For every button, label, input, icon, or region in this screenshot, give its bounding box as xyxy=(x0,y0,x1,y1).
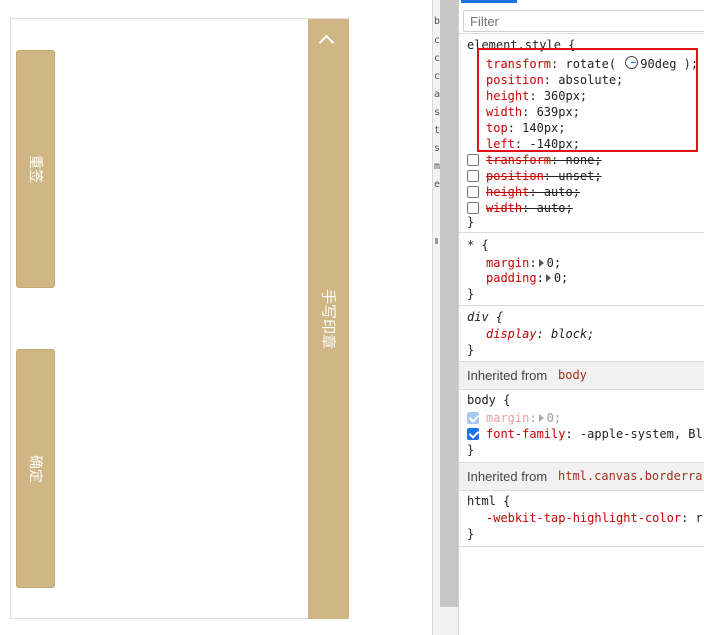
inherited-html-link[interactable]: html.canvas.borderra xyxy=(558,469,703,483)
declaration-checkbox[interactable] xyxy=(467,186,479,198)
expand-triangle-icon[interactable] xyxy=(538,259,544,267)
css-property[interactable]: height xyxy=(486,185,529,199)
css-property[interactable]: display xyxy=(486,327,537,341)
expand-triangle-icon[interactable] xyxy=(538,414,544,422)
css-value[interactable]: unset; xyxy=(558,169,601,183)
preview-frame xyxy=(10,18,349,619)
declaration-checkbox[interactable] xyxy=(467,202,479,214)
inherited-from-body-header: Inherited from body xyxy=(459,362,704,390)
css-property[interactable]: position xyxy=(486,169,544,183)
panel-splitter[interactable] xyxy=(440,0,458,607)
inherited-from-html-header: Inherited from html.canvas.borderra xyxy=(459,463,704,491)
declaration-checkbox[interactable] xyxy=(467,154,479,166)
declaration-checkbox[interactable] xyxy=(467,428,479,440)
overridden-declaration[interactable]: transform: none; xyxy=(486,152,602,168)
inherited-label: Inherited from xyxy=(467,469,548,484)
rule-close-brace: } xyxy=(467,215,475,229)
html-rule: html { -webkit-tap-highlight-color: r } xyxy=(459,491,704,547)
css-value[interactable]: 0; xyxy=(554,271,568,285)
css-declaration[interactable]: margin: 0; xyxy=(486,255,561,271)
rule-close-brace: } xyxy=(467,443,475,457)
rule-close-brace: } xyxy=(467,527,475,541)
body-rule: body { margin: 0; font-family: -apple-sys… xyxy=(459,390,704,463)
css-property[interactable]: font-family xyxy=(486,427,565,441)
css-declaration[interactable]: padding: 0; xyxy=(486,270,568,286)
declaration-checkbox[interactable] xyxy=(467,412,479,424)
overridden-declaration[interactable]: width: auto; xyxy=(486,200,573,216)
rule-close-brace: } xyxy=(467,343,475,357)
css-property[interactable]: margin xyxy=(486,256,529,270)
filter-bar: Filter xyxy=(459,4,704,34)
panel-splitter-footer xyxy=(440,607,458,635)
rule-close-brace: } xyxy=(467,287,475,301)
universal-rule: * { margin: 0; padding: 0; } xyxy=(459,233,704,306)
css-property[interactable]: transform xyxy=(486,153,551,167)
overridden-declaration[interactable]: position: unset; xyxy=(486,168,602,184)
body-selector[interactable]: body { xyxy=(467,392,510,408)
inherited-label: Inherited from xyxy=(467,368,548,383)
css-declaration[interactable]: font-family: -apple-system, Bl xyxy=(486,426,703,442)
css-declaration[interactable]: -webkit-tap-highlight-color: r xyxy=(486,510,703,526)
signature-side-bar[interactable]: 手写印章 xyxy=(308,19,349,619)
confirm-button-label: 确定 xyxy=(26,454,43,483)
css-property[interactable]: width xyxy=(486,201,522,215)
inactive-declaration[interactable]: margin: 0; xyxy=(486,410,561,426)
overridden-declaration[interactable]: height: auto; xyxy=(486,184,580,200)
div-selector[interactable]: div { xyxy=(467,309,503,325)
filter-input[interactable]: Filter xyxy=(463,10,704,32)
chevron-up-icon[interactable] xyxy=(318,34,335,51)
css-property[interactable]: padding xyxy=(486,271,537,285)
css-declaration[interactable]: display: block; xyxy=(486,326,594,342)
declaration-checkbox[interactable] xyxy=(467,170,479,182)
html-selector[interactable]: html { xyxy=(467,493,510,509)
resign-button-label: 重签 xyxy=(26,155,43,183)
panel-resize-handle[interactable] xyxy=(435,238,438,244)
div-rule: div { display: block; } xyxy=(459,306,704,362)
mobile-preview: 重签 确定 手写印章 xyxy=(0,0,432,635)
resign-button[interactable]: 重签 xyxy=(16,50,55,288)
confirm-button[interactable]: 确定 xyxy=(16,349,55,588)
css-property[interactable]: -webkit-tap-highlight-color xyxy=(486,511,681,525)
css-value[interactable]: -apple-system, Bl xyxy=(580,427,703,441)
css-value[interactable]: auto; xyxy=(537,201,573,215)
css-property[interactable]: margin xyxy=(486,411,529,425)
active-tab-indicator xyxy=(461,0,517,3)
css-value[interactable]: none; xyxy=(565,153,601,167)
inherited-body-link[interactable]: body xyxy=(558,368,587,382)
css-value[interactable]: 0; xyxy=(547,411,561,425)
universal-selector[interactable]: * { xyxy=(467,237,489,253)
annotation-highlight-box xyxy=(477,48,698,152)
css-value[interactable]: auto; xyxy=(544,185,580,199)
css-value[interactable]: 0; xyxy=(547,256,561,270)
css-value[interactable]: r xyxy=(696,511,703,525)
expand-triangle-icon[interactable] xyxy=(545,274,551,282)
signature-bar-label: 手写印章 xyxy=(319,288,337,350)
css-value[interactable]: block; xyxy=(551,327,594,341)
